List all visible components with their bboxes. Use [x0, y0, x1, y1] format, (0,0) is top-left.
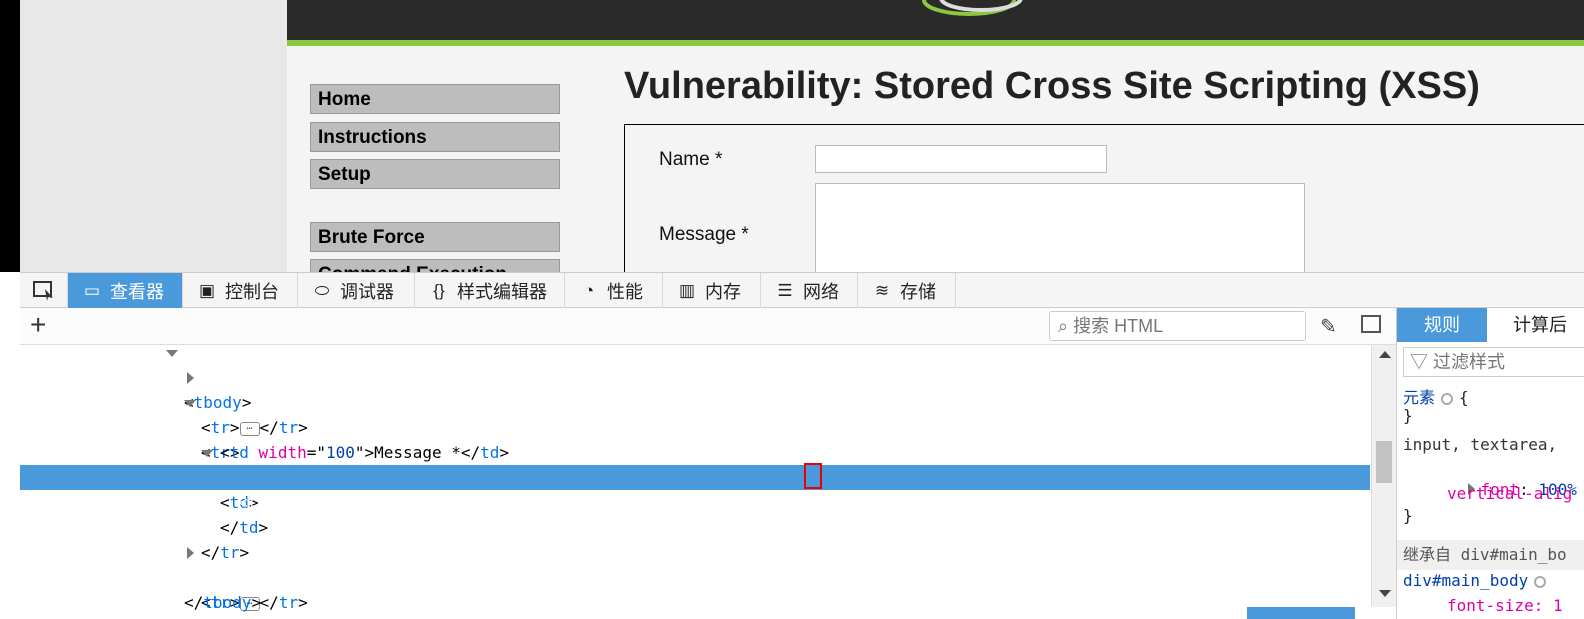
markup-node-td[interactable]: <td> [20, 440, 1370, 512]
tab-storage[interactable]: ≋ 存储 [858, 273, 956, 308]
rule-selector: 元素 [1403, 388, 1436, 407]
markup-node-tr-close[interactable]: </tr> [20, 515, 1370, 562]
tab-inspector[interactable]: ▭ 查看器 [68, 273, 183, 308]
console-icon: ▣ [198, 280, 216, 300]
filter-placeholder: 过滤样式 [1433, 352, 1506, 372]
menu-item-command-execution[interactable]: Command Execution [310, 259, 560, 272]
tab-label: 样式编辑器 [457, 281, 547, 302]
filter-styles-input[interactable]: ▽ 过滤样式 [1403, 347, 1584, 377]
filter-icon: ▽ [1410, 352, 1434, 372]
scroll-up-arrow-icon[interactable] [1379, 351, 1391, 358]
property-name: vertical-alig [1447, 484, 1573, 503]
markup-node-tbody-close[interactable]: </tbody> [20, 565, 1370, 612]
gear-icon[interactable] [1441, 392, 1454, 405]
element-picker-icon [32, 280, 53, 301]
memory-icon: ▥ [678, 280, 696, 300]
markup-tree: <tbody> <tr>… </tr> <tr> <td width="100">… [20, 345, 1370, 619]
tab-label: 查看器 [110, 281, 164, 302]
tab-computed[interactable]: 计算后 [1489, 308, 1584, 342]
valign-declaration[interactable]: vertical-alig [1447, 484, 1572, 503]
name-label: Name * [659, 149, 723, 170]
dvwa-logo-icon [922, 0, 1023, 16]
brace: { [1459, 388, 1469, 407]
tab-label: 性能 [607, 281, 643, 302]
performance-icon: ◔ [583, 280, 595, 300]
gear-icon[interactable] [1534, 575, 1547, 588]
expand-arrow-icon[interactable] [166, 350, 178, 357]
menu-item-instructions[interactable]: Instructions [310, 122, 560, 152]
toggle-sidebar-icon[interactable] [1361, 315, 1381, 333]
markup-node-tbody[interactable]: <tbody> [20, 345, 1370, 412]
markup-scrollbar[interactable] [1371, 345, 1396, 607]
element-rule-header: 元素 { [1403, 384, 1469, 408]
markup-node-tr[interactable]: <tr>… </tr> [20, 540, 1370, 612]
window-edge [0, 0, 20, 272]
markup-node-table-close[interactable]: </table> [20, 590, 1370, 619]
scroll-thumb[interactable] [1376, 441, 1392, 483]
inherited-from-header: 继承自 div#main_bo [1397, 540, 1584, 570]
name-input[interactable] [815, 145, 1107, 173]
rule-selector: input, textarea, [1403, 435, 1558, 454]
scroll-down-arrow-icon[interactable] [1379, 590, 1391, 597]
tab-label: 内存 [705, 281, 741, 302]
markup-node-td[interactable]: <td width="100">Message *</td> [20, 415, 1370, 462]
annotation-highlight-box [804, 463, 822, 489]
collapse-arrow-icon[interactable] [187, 547, 194, 559]
guestbook-form: Name * Message * [624, 124, 1584, 272]
storage-icon: ≋ [874, 280, 890, 300]
header-accent-strip [287, 40, 1584, 46]
search-placeholder: 搜索 HTML [1073, 316, 1164, 336]
rule-selector: div#main_body [1403, 571, 1529, 590]
markup-node-textarea-selected[interactable]: <textarea name="mtxMessage" cols="50" ro… [20, 463, 1370, 512]
inspector-icon: ▭ [83, 280, 101, 300]
page-content: Home Instructions Setup Brute Force Comm… [287, 0, 1584, 272]
eyedropper-icon[interactable]: ✎ [1320, 314, 1337, 339]
rule-brace-close: } [1403, 506, 1413, 525]
rules-sidebar: 规则 计算后 ▽ 过滤样式 元素 { } input, textarea, fon… [1396, 308, 1584, 619]
menu-item-brute-force[interactable]: Brute Force [310, 222, 560, 252]
menu-item-home[interactable]: Home [310, 84, 560, 114]
tab-label: 控制台 [225, 281, 279, 302]
page-title: Vulnerability: Stored Cross Site Scripti… [624, 65, 1480, 107]
expand-arrow-icon[interactable] [184, 400, 196, 407]
main-body-rule: div#main_body [1403, 571, 1552, 590]
tab-network[interactable]: ☰ 网络 [761, 273, 858, 308]
markup-node-td-close[interactable]: </td> [20, 490, 1370, 537]
search-icon: ⌕ [1058, 316, 1074, 336]
style-editor-icon: {} [433, 280, 445, 300]
network-icon: ☰ [777, 280, 793, 300]
tab-label: 调试器 [340, 281, 394, 302]
element-picker-button[interactable] [20, 273, 68, 308]
markup-node-tr[interactable]: <tr>… </tr> [20, 365, 1370, 437]
inspector-toolbar: + ⌕ 搜索 HTML ✎ [20, 308, 1396, 345]
tab-style-editor[interactable]: {} 样式编辑器 [415, 273, 565, 308]
tab-console[interactable]: ▣ 控制台 [183, 273, 298, 308]
rule-brace-close: } [1403, 406, 1413, 425]
tab-label: 存储 [900, 281, 936, 302]
add-node-icon[interactable]: + [30, 310, 46, 340]
devtools-toolbar: ▭ 查看器 ▣ 控制台 ⬭ 调试器 {} 样式编辑器 ◔ 性能 ▥ 内存 ☰ 网络 ≋ 存储 [20, 272, 1584, 308]
markup-node-tr[interactable]: <tr> [20, 390, 1370, 462]
tab-memory[interactable]: ▥ 内存 [663, 273, 761, 308]
tab-label: 网络 [803, 281, 839, 302]
expand-arrow-icon[interactable] [201, 450, 213, 457]
collapse-arrow-icon[interactable] [187, 372, 194, 384]
tab-debugger[interactable]: ⬭ 调试器 [298, 273, 415, 308]
tab-performance[interactable]: ◔ 性能 [565, 273, 663, 308]
tab-rules[interactable]: 规则 [1397, 308, 1487, 342]
font-size-declaration[interactable]: font-size: 1 [1447, 596, 1563, 615]
page-left-margin [20, 0, 287, 272]
menu-item-setup[interactable]: Setup [310, 159, 560, 189]
debugger-icon: ⬭ [314, 280, 330, 300]
bottom-status-strip [1247, 607, 1355, 619]
search-html-input[interactable]: ⌕ 搜索 HTML [1049, 311, 1306, 341]
message-label: Message * [659, 224, 749, 245]
message-textarea[interactable] [815, 183, 1305, 272]
